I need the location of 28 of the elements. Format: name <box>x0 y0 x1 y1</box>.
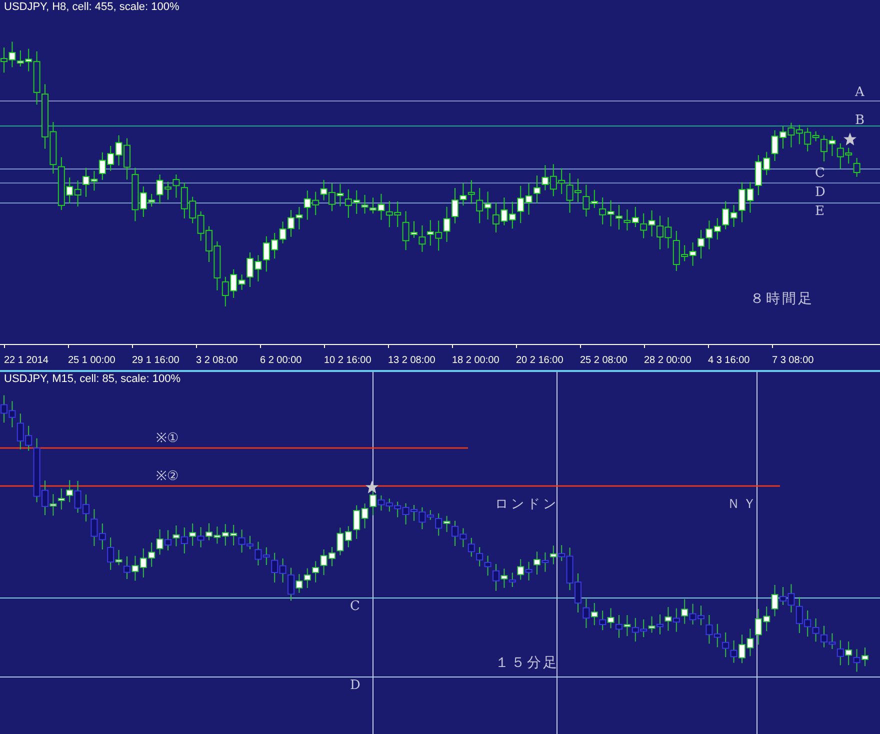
axis-label: 10 2 16:00 <box>324 355 372 366</box>
level-label: A <box>855 86 864 99</box>
line-label: ※② <box>156 470 179 483</box>
line-label: ※① <box>156 432 179 445</box>
session-label: ロンドン <box>495 498 559 511</box>
axis-label: 20 2 16:00 <box>516 355 564 366</box>
axis-label: 7 3 08:00 <box>772 355 814 366</box>
axis-label: 18 2 00:00 <box>452 355 500 366</box>
level-label: C <box>815 167 825 180</box>
level-label: D <box>815 186 826 199</box>
timeframe-caption: ８時間足 <box>750 292 814 306</box>
axis-label: 3 2 08:00 <box>196 355 238 366</box>
level-label: B <box>855 114 865 127</box>
level-label: E <box>815 205 824 218</box>
level-label: D <box>350 679 360 692</box>
axis-label: 22 1 2014 <box>4 355 48 366</box>
level-label: C <box>350 600 360 613</box>
axis-label: 6 2 00:00 <box>260 355 302 366</box>
axis-label: 29 1 16:00 <box>132 355 180 366</box>
axis-label: 13 2 08:00 <box>388 355 436 366</box>
chart-header: USDJPY, H8, cell: 455, scale: 100% <box>4 1 180 13</box>
axis-label: 25 2 08:00 <box>580 355 628 366</box>
axis-label: 25 1 00:00 <box>68 355 116 366</box>
axis-label: 28 2 00:00 <box>644 355 692 366</box>
axis-label: 4 3 16:00 <box>708 355 750 366</box>
timeframe-caption: １５分足 <box>495 656 559 670</box>
chart-header: USDJPY, M15, cell: 85, scale: 100% <box>4 373 180 385</box>
session-label: ＮＹ <box>727 498 759 511</box>
